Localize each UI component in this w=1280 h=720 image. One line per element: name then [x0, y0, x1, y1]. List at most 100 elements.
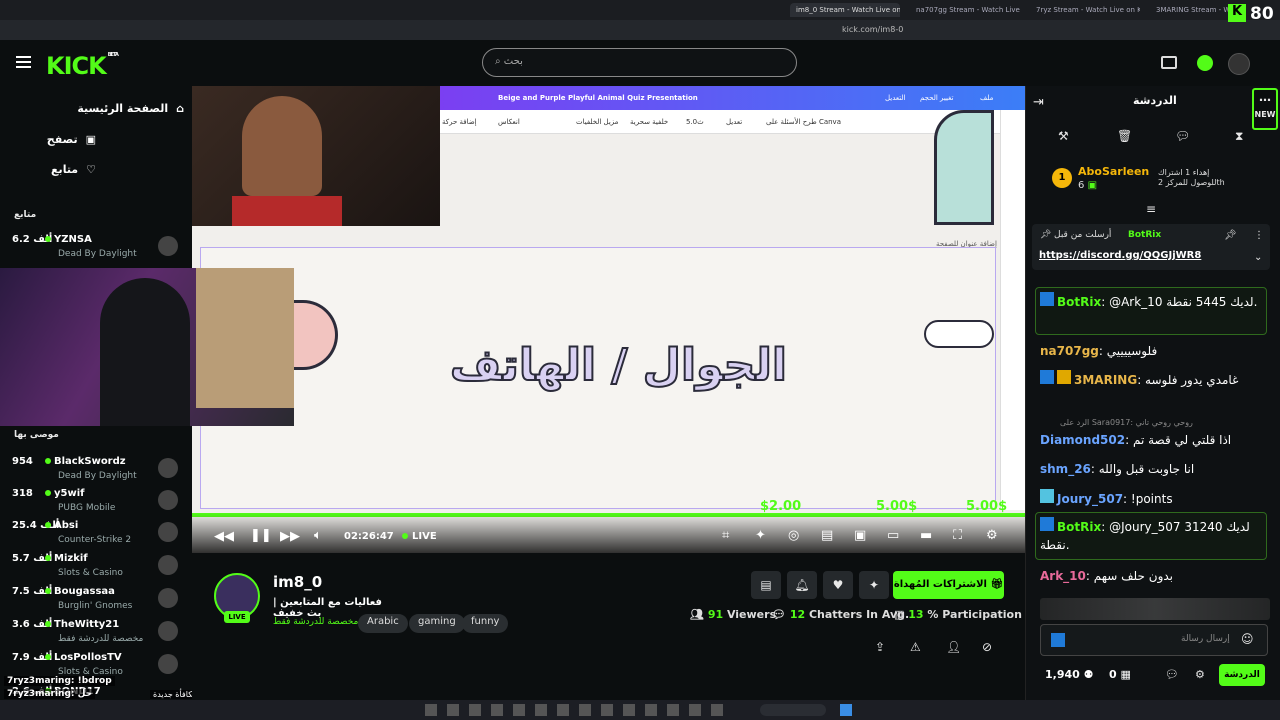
chat-bubble-icon[interactable]: 💬︎	[1165, 668, 1179, 681]
taskbar-search[interactable]	[760, 704, 826, 716]
channel-game: مخصصة للدردشة فقط	[58, 634, 144, 644]
chevron-down-icon[interactable]: ⌄	[1254, 252, 1262, 263]
canva-title: Beige and Purple Playful Animal Quiz Pre…	[498, 94, 698, 102]
speed-icon[interactable]: ◎	[788, 528, 799, 543]
sub-icon[interactable]: ▤	[751, 571, 781, 599]
tag-gaming[interactable]: gaming	[409, 614, 465, 633]
crop-icon[interactable]: ⌗	[722, 528, 729, 543]
channel-name: Mizkif	[45, 553, 88, 564]
sidebar-item-browse[interactable]: تصفح ▣	[14, 129, 96, 149]
report-icon[interactable]: ⚠	[910, 640, 921, 654]
rewind-icon[interactable]: ◀◀	[214, 529, 234, 544]
share-icon[interactable]: ⇪	[875, 640, 885, 654]
more-icon[interactable]: ⋮	[1254, 230, 1264, 241]
hammer-icon[interactable]: ⚒	[1058, 129, 1069, 143]
heart-icon[interactable]: ♥	[823, 571, 853, 599]
sidebar-item-home[interactable]: الصفحة الرئيسية ⌂	[14, 98, 184, 118]
stream-category[interactable]: مخصصة للدردشة فقط	[273, 617, 358, 627]
bell-icon[interactable]: 🔔︎	[787, 571, 817, 599]
emoji-icon[interactable]: ☺	[1241, 632, 1254, 646]
fullscreen-icon[interactable]: ⛶	[953, 528, 962, 543]
pinned-user[interactable]: BotRix	[1128, 230, 1161, 240]
chat-message[interactable]: BotRix: @Joury_507 لديك 31240 نقطة.	[1040, 517, 1270, 554]
chat-message[interactable]: Ark_10: بدون حلف سهم	[1040, 567, 1270, 585]
browse-icon: ▣	[85, 132, 96, 146]
chat-message[interactable]: shm_26: انا جاوبت قبل والله	[1040, 460, 1270, 478]
cinema-icon[interactable]: ▬	[920, 528, 932, 543]
mod-badge-icon	[1051, 633, 1065, 647]
chat-message[interactable]: BotRix: @Ark_10 لديك 5445 نقطة.	[1040, 292, 1270, 311]
sparkle-icon[interactable]: ✦	[755, 528, 766, 543]
tag-arabic[interactable]: Arabic	[358, 614, 408, 633]
hide-icon[interactable]: ⊘	[982, 640, 992, 654]
slide-shape	[934, 110, 994, 225]
filter-icon[interactable]: ≡	[1146, 202, 1156, 216]
tab-3maring[interactable]: 3MARING Stream - Watch	[1150, 3, 1230, 17]
chatters-stat: 💬︎ 12 Chatters In Avg.	[772, 608, 910, 621]
windows-icon[interactable]	[840, 704, 852, 716]
tab-na707gg[interactable]: na707gg Stream - Watch Live on	[910, 3, 1020, 17]
volume-icon[interactable]: 🔈︎	[314, 528, 322, 543]
streamer-face	[242, 96, 322, 196]
chat-bubble-icon[interactable]: 💬︎	[1175, 129, 1190, 143]
stats-icon[interactable]: ▤	[821, 528, 833, 543]
channel-game: PUBG Mobile	[58, 503, 116, 513]
recommended-title: موصى بها	[14, 430, 59, 440]
channel-name[interactable]: im8_0	[273, 573, 322, 591]
more-icon: ⋯	[1259, 93, 1271, 107]
sidebar-item-following[interactable]: متابع ♡	[14, 159, 96, 179]
reply-context: الرد على Sara0917: روحي روحي تاني	[1060, 418, 1193, 427]
following-title: متابع	[14, 210, 37, 220]
tab-im8[interactable]: im8_0 Stream - Watch Live on	[790, 3, 900, 17]
canva-tool: انعكاس	[498, 118, 520, 126]
canva-toolbar: طرح الأسئلة على Canva تعديل 5.0ث مزيل ال…	[440, 110, 1000, 134]
trash-icon[interactable]: 🗑︎	[1117, 129, 1132, 143]
pinned-link[interactable]: https://discord.gg/QQGJjWR8	[1039, 250, 1201, 261]
channel-item-yznsa[interactable]: 6.2 ألف YZNSA Dead By Daylight	[0, 230, 192, 268]
forward-icon[interactable]: ▶▶	[280, 529, 300, 544]
gift-icon[interactable]	[1161, 56, 1177, 69]
pinned-by: أرسلت من قبل	[1054, 230, 1112, 240]
settings-icon[interactable]: ⚙	[986, 528, 998, 543]
theater-icon[interactable]: ▭	[887, 528, 899, 543]
menu-icon[interactable]	[16, 56, 31, 68]
chat-menu-button[interactable]: ⋯ NEW	[1252, 88, 1278, 130]
chat-message[interactable]: na707gg: فلوسييييي	[1040, 342, 1270, 360]
avatar[interactable]	[1228, 53, 1250, 75]
avatar	[158, 654, 178, 674]
gift-subs-button[interactable]: الاشتراكات المُهداة 🎁︎	[893, 571, 1004, 599]
taskbar-apps[interactable]	[425, 704, 725, 716]
user-icon[interactable]: 👤︎	[946, 640, 961, 654]
collapse-chat-icon[interactable]: ⇥	[1033, 95, 1044, 110]
kick-logo[interactable]: KICK BETA	[46, 52, 119, 80]
guest-background	[196, 268, 294, 408]
timer-icon[interactable]: ⧗	[1235, 129, 1243, 144]
kick-coin-icon[interactable]	[1197, 55, 1213, 71]
streamer-shirt	[232, 196, 342, 226]
chat-input[interactable]: إرسال رسالة ☺	[1040, 624, 1268, 656]
address-bar[interactable]: kick.com/im8-0	[0, 20, 1280, 40]
chat-message[interactable]: Diamond502: اذا قلتي لي قصة تم	[1040, 431, 1270, 449]
settings-icon[interactable]: ⚙	[1195, 668, 1205, 681]
live-indicator: LIVE	[402, 531, 437, 542]
search-input[interactable]: ⌕ بحث	[482, 48, 797, 77]
ticker-text: 5.00$	[876, 499, 918, 514]
tab-7ryz[interactable]: 7ryz Stream - Watch Live on Kick	[1030, 3, 1140, 17]
leader-name[interactable]: AboSarleen	[1078, 165, 1149, 178]
pip-icon[interactable]: ▣	[854, 528, 866, 543]
leader-count: 6 ▣	[1078, 180, 1098, 191]
send-chat-button[interactable]: الدردشة	[1219, 664, 1265, 686]
tag-funny[interactable]: funny	[462, 614, 509, 633]
player-controls: ◀◀ ❚❚ ▶▶ 🔈︎ 02:26:47 LIVE ⌗ ✦ ◎ ▤ ▣ ▭ ▬ …	[192, 513, 1025, 553]
chat-message[interactable]: 3MARING: غامدي يدور فلوسه	[1040, 370, 1270, 389]
mod-badge-icon	[1040, 292, 1054, 306]
unpin-icon[interactable]: 📌︎	[1224, 230, 1237, 241]
pinned-message: 📌︎ أرسلت من قبل BotRix 📌︎ ⋮ https://disc…	[1032, 224, 1270, 270]
channel-game: Dead By Daylight	[58, 471, 137, 481]
sparkle-icon[interactable]: ✦	[859, 571, 889, 599]
chat-title: الدردشة	[1133, 94, 1177, 107]
pause-icon[interactable]: ❚❚	[250, 528, 272, 543]
points-count[interactable]: 1,940 ⚉	[1045, 668, 1094, 681]
mod-badge-icon	[1040, 370, 1054, 384]
chat-message[interactable]: Joury_507: !points	[1040, 489, 1270, 508]
